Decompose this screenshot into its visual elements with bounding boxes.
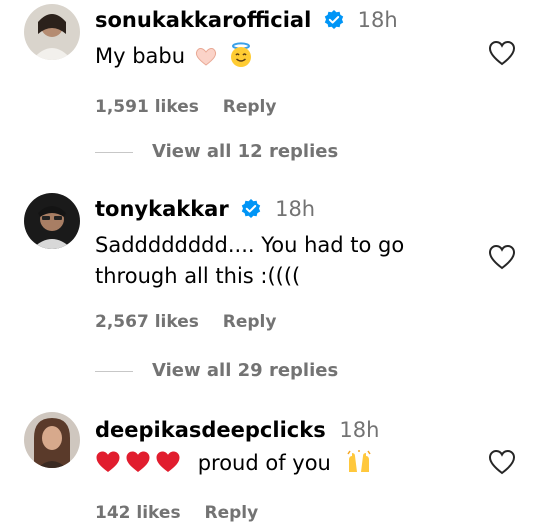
username[interactable]: sonukakkarofficial (95, 8, 311, 32)
red-heart-emoji-icon (95, 450, 121, 483)
username[interactable]: tonykakkar (95, 197, 229, 221)
view-replies-label[interactable]: View all 12 replies (152, 141, 338, 162)
raising-hands-emoji-icon (346, 450, 372, 483)
likes-count[interactable]: 1,591 likes (95, 97, 199, 117)
reply-button[interactable]: Reply (223, 97, 277, 117)
reply-button[interactable]: Reply (223, 312, 277, 332)
likes-count[interactable]: 2,567 likes (95, 312, 199, 332)
view-replies-button[interactable]: View all 12 replies (152, 141, 338, 162)
avatar[interactable] (24, 193, 80, 249)
like-heart-icon[interactable] (488, 244, 516, 270)
comment-text-line-1: Sadddddddd.... You had to go (95, 233, 405, 257)
likes-count[interactable]: 142 likes (95, 503, 181, 523)
comment-text: proud of you (197, 451, 331, 475)
timestamp: 18h (357, 8, 398, 32)
timestamp: 18h (339, 418, 380, 442)
verified-badge-icon (324, 9, 344, 37)
timestamp: 18h (275, 197, 316, 221)
view-replies-button[interactable]: View all 29 replies (152, 360, 338, 381)
view-replies-label[interactable]: View all 29 replies (152, 360, 338, 381)
red-heart-emoji-icon (125, 450, 151, 483)
avatar[interactable] (24, 412, 80, 468)
verified-badge-icon (241, 198, 261, 226)
like-heart-icon[interactable] (488, 449, 516, 475)
replies-divider (95, 152, 133, 153)
username[interactable]: deepikasdeepclicks (95, 418, 326, 442)
red-heart-emoji-icon (155, 450, 181, 483)
like-heart-icon[interactable] (488, 40, 516, 66)
heart-hands-emoji-icon (194, 45, 218, 76)
reply-button[interactable]: Reply (204, 503, 258, 523)
comment-text: My babu (95, 44, 186, 68)
smiling-face-with-halo-emoji-icon (228, 42, 254, 77)
avatar[interactable] (24, 4, 80, 60)
replies-divider (95, 371, 133, 372)
comment-text-line-2: through all this :(((( (95, 264, 301, 288)
